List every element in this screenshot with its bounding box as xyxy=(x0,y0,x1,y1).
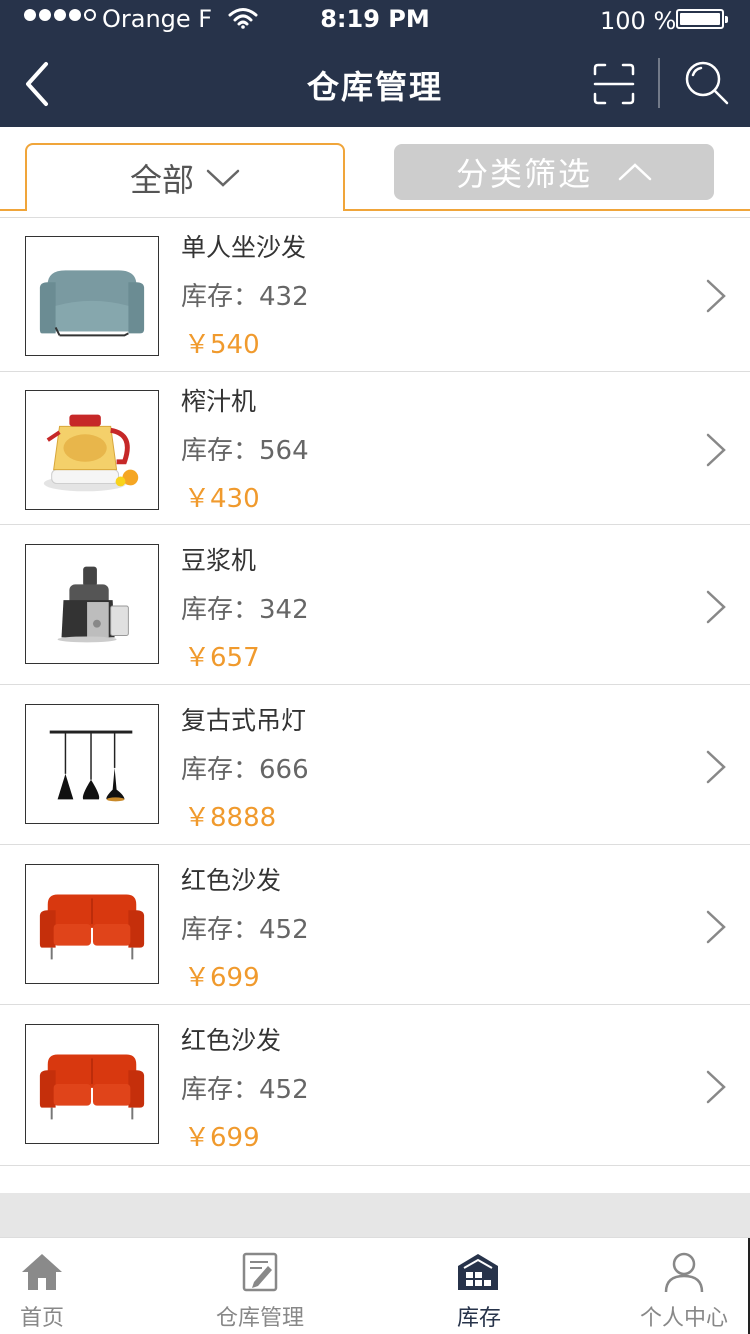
product-price: ￥540 xyxy=(184,330,260,360)
product-name: 豆浆机 xyxy=(181,546,257,575)
tab-warehouse-management[interactable]: 仓库管理 xyxy=(200,1238,320,1334)
product-image-red-sofa xyxy=(25,1024,159,1144)
product-name: 复古式吊灯 xyxy=(181,706,307,735)
battery-icon xyxy=(676,9,728,29)
tab-profile-label: 个人中心 xyxy=(639,1306,728,1331)
filter-bar: 全部 分类筛选 xyxy=(0,127,750,213)
header: Orange F 8:19 PM 100 % 仓库管理 xyxy=(0,0,750,127)
tab-home-label: 首页 xyxy=(19,1306,64,1331)
product-price: ￥699 xyxy=(184,1123,260,1153)
tab-all-label: 全部 xyxy=(129,161,194,199)
chevron-right-icon xyxy=(706,750,726,784)
tab-home[interactable]: 首页 xyxy=(0,1238,84,1334)
product-name: 单人坐沙发 xyxy=(181,233,307,262)
product-stock: 库存：666 xyxy=(181,755,309,785)
list-item[interactable]: 榨汁机 库存：564 ￥430 xyxy=(0,371,750,524)
chevron-right-icon xyxy=(706,590,726,624)
product-price: ￥430 xyxy=(184,484,260,514)
search-button[interactable] xyxy=(682,58,732,108)
product-image-juicer xyxy=(25,544,159,664)
product-stock: 库存：564 xyxy=(181,436,309,466)
list-divider xyxy=(0,1165,750,1166)
product-price: ￥8888 xyxy=(184,803,277,833)
search-icon xyxy=(685,61,729,105)
bottom-spacer xyxy=(0,1193,750,1237)
product-name: 红色沙发 xyxy=(181,1026,282,1055)
chevron-right-icon xyxy=(706,433,726,467)
tab-all[interactable]: 全部 xyxy=(25,143,345,213)
product-image-kettle xyxy=(25,390,159,510)
list-item[interactable]: 单人坐沙发 库存：432 ￥540 xyxy=(0,217,750,371)
category-filter-button[interactable]: 分类筛选 xyxy=(394,144,714,200)
list-item[interactable]: 红色沙发 库存：452 ￥699 xyxy=(0,844,750,1004)
screen: Orange F 8:19 PM 100 % 仓库管理 全部 分类筛选 单人坐沙… xyxy=(0,0,750,1334)
product-stock: 库存：432 xyxy=(181,282,309,312)
product-image-armchair xyxy=(25,236,159,356)
nav-bar: 仓库管理 xyxy=(0,40,750,127)
product-price: ￥657 xyxy=(184,643,260,673)
tab-warehouse-management-label: 仓库管理 xyxy=(215,1306,304,1331)
list-item[interactable]: 复古式吊灯 库存：666 ￥8888 xyxy=(0,684,750,844)
product-image-pendant-lamp xyxy=(25,704,159,824)
chevron-right-icon xyxy=(706,910,726,944)
warehouse-icon xyxy=(458,1254,498,1290)
category-filter-label: 分类筛选 xyxy=(455,155,592,193)
product-image-red-sofa xyxy=(25,864,159,984)
product-price: ￥699 xyxy=(184,963,260,993)
list-item[interactable]: 红色沙发 库存：452 ￥699 xyxy=(0,1004,750,1164)
edit-document-icon xyxy=(242,1252,278,1292)
tab-inventory-label: 库存 xyxy=(456,1306,501,1331)
scan-button[interactable] xyxy=(590,60,638,108)
status-bar: Orange F 8:19 PM 100 % xyxy=(0,0,750,40)
battery-percentage: 100 % xyxy=(600,7,677,35)
product-stock: 库存：452 xyxy=(181,915,309,945)
product-name: 红色沙发 xyxy=(181,866,282,895)
chevron-down-icon xyxy=(206,169,240,187)
list-item[interactable]: 豆浆机 库存：342 ￥657 xyxy=(0,524,750,684)
nav-divider xyxy=(658,58,660,108)
tab-profile[interactable]: 个人中心 xyxy=(630,1238,738,1334)
chevron-up-icon xyxy=(618,163,652,181)
user-icon xyxy=(664,1252,704,1293)
chevron-right-icon xyxy=(706,279,726,313)
product-list: 单人坐沙发 库存：432 ￥540 榨汁机 库存：564 ￥430 豆浆机 库存… xyxy=(0,217,750,1164)
tab-bar: 首页 仓库管理 库存 个人中心 xyxy=(0,1237,750,1334)
product-name: 榨汁机 xyxy=(181,387,257,416)
product-stock: 库存：452 xyxy=(181,1075,309,1105)
chevron-right-icon xyxy=(706,1070,726,1104)
home-icon xyxy=(22,1254,62,1290)
scan-icon xyxy=(593,63,635,105)
product-stock: 库存：342 xyxy=(181,595,309,625)
tab-inventory[interactable]: 库存 xyxy=(436,1238,522,1334)
